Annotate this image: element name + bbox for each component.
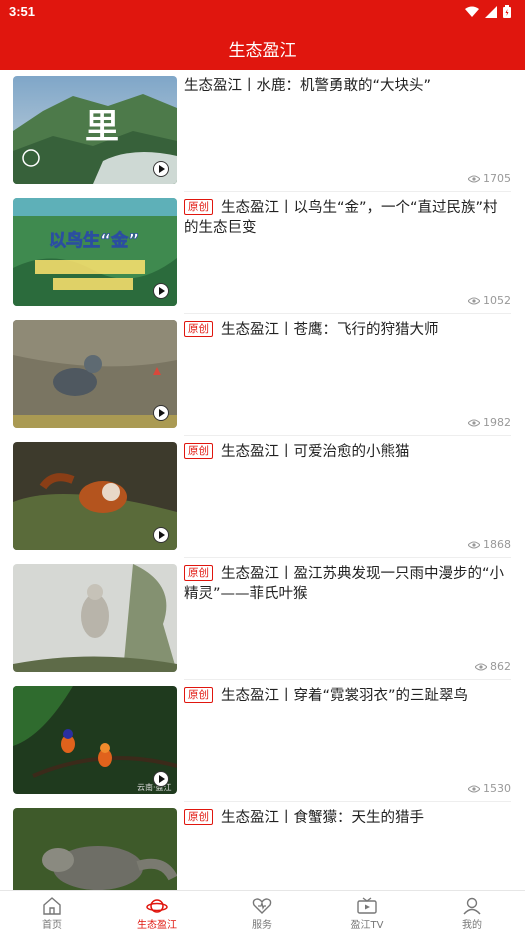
tab-service[interactable]: 服务 xyxy=(232,897,292,931)
article-title-text: 生态盈江丨可爱治愈的小熊猫 xyxy=(221,444,410,460)
service-icon xyxy=(252,898,272,914)
list-item[interactable]: 原创 生态盈江丨可爱治愈的小熊猫 1868 xyxy=(0,436,525,558)
view-count-value: 1705 xyxy=(483,172,511,185)
tab-label: 服务 xyxy=(252,920,272,931)
original-badge: 原创 xyxy=(184,199,213,215)
tab-label: 盈江TV xyxy=(350,920,384,931)
eye-icon xyxy=(468,541,480,548)
original-badge: 原创 xyxy=(184,565,213,581)
view-count: 1052 xyxy=(468,294,511,307)
play-icon xyxy=(153,161,169,177)
article-thumbnail[interactable]: 里 xyxy=(13,76,177,184)
view-count: 1868 xyxy=(468,538,511,551)
original-badge: 原创 xyxy=(184,443,213,459)
article-thumbnail[interactable]: 云南·盈江 xyxy=(13,686,177,794)
eye-icon xyxy=(468,297,480,304)
tab-label: 我的 xyxy=(462,920,482,931)
list-item[interactable]: 云南·盈江 原创 生态盈江丨穿着“霓裳羽衣”的三趾翠鸟 1530 xyxy=(0,680,525,802)
wifi-icon xyxy=(465,6,479,17)
article-title: 生态盈江丨水鹿：机警勇敢的“大块头” xyxy=(184,76,504,96)
tab-home[interactable]: 首页 xyxy=(22,897,82,931)
play-icon xyxy=(153,405,169,421)
article-thumbnail[interactable] xyxy=(13,320,177,428)
view-count: 1705 xyxy=(468,172,511,185)
article-title: 原创 生态盈江丨以鸟生“金”，一个“直过民族”村的生态巨变 xyxy=(184,198,504,238)
tv-icon xyxy=(357,897,377,914)
article-title: 原创 生态盈江丨可爱治愈的小熊猫 xyxy=(184,442,504,462)
view-count: 1530 xyxy=(468,782,511,795)
eye-icon xyxy=(475,663,487,670)
battery-icon xyxy=(503,5,511,18)
view-count-value: 1052 xyxy=(483,294,511,307)
article-title-text: 生态盈江丨水鹿：机警勇敢的“大块头” xyxy=(184,78,432,94)
article-list: 里 生态盈江丨水鹿：机警勇敢的“大块头” 1705 以鸟生“金” 原创 生态盈江… xyxy=(0,70,525,890)
original-badge: 原创 xyxy=(184,809,213,825)
page-title: 生态盈江 xyxy=(228,41,297,61)
article-title-text: 生态盈江丨以鸟生“金”，一个“直过民族”村的生态巨变 xyxy=(184,200,498,236)
tab-tv[interactable]: 盈江TV xyxy=(337,897,397,931)
article-thumbnail[interactable] xyxy=(13,442,177,550)
bottom-tab-bar: 首页 生态盈江 服务 盈江TV 我的 xyxy=(0,890,525,934)
play-icon xyxy=(153,283,169,299)
view-count-value: 1982 xyxy=(483,416,511,429)
article-title-text: 生态盈江丨穿着“霓裳羽衣”的三趾翠鸟 xyxy=(221,688,469,704)
article-title: 原创 生态盈江丨食蟹獴：天生的猎手 xyxy=(184,808,504,828)
play-icon xyxy=(153,527,169,543)
thumb-overlay-text: 以鸟生“金” xyxy=(49,230,139,251)
article-title-text: 生态盈江丨盈江苏典发现一只雨中漫步的“小精灵”——菲氏叶猴 xyxy=(184,566,505,602)
eye-icon xyxy=(468,785,480,792)
article-thumbnail[interactable] xyxy=(13,564,177,672)
eye-icon xyxy=(468,419,480,426)
view-count: 1982 xyxy=(468,416,511,429)
article-title: 原创 生态盈江丨苍鹰：飞行的狩猎大师 xyxy=(184,320,504,340)
planet-icon xyxy=(146,899,168,913)
article-title-text: 生态盈江丨食蟹獴：天生的猎手 xyxy=(221,810,424,826)
list-item[interactable]: 原创 生态盈江丨食蟹獴：天生的猎手 xyxy=(0,802,525,890)
eye-icon xyxy=(468,175,480,182)
list-item[interactable]: 以鸟生“金” 原创 生态盈江丨以鸟生“金”，一个“直过民族”村的生态巨变 1052 xyxy=(0,192,525,314)
home-icon xyxy=(43,897,61,915)
list-item[interactable]: 原创 生态盈江丨苍鹰：飞行的狩猎大师 1982 xyxy=(0,314,525,436)
list-item[interactable]: 里 生态盈江丨水鹿：机警勇敢的“大块头” 1705 xyxy=(0,70,525,192)
original-badge: 原创 xyxy=(184,321,213,337)
view-count-value: 1530 xyxy=(483,782,511,795)
tab-ecology[interactable]: 生态盈江 xyxy=(127,897,187,931)
tab-profile[interactable]: 我的 xyxy=(442,897,502,931)
article-thumbnail[interactable]: 以鸟生“金” xyxy=(13,198,177,306)
view-count-value: 862 xyxy=(490,660,511,673)
view-count: 862 xyxy=(475,660,511,673)
tab-label: 首页 xyxy=(42,920,62,931)
article-thumbnail[interactable] xyxy=(13,808,177,890)
original-badge: 原创 xyxy=(184,687,213,703)
status-time: 3:51 xyxy=(9,4,36,19)
article-title: 原创 生态盈江丨盈江苏典发现一只雨中漫步的“小精灵”——菲氏叶猴 xyxy=(184,564,504,604)
status-bar: 3:51 xyxy=(0,0,525,24)
status-icons xyxy=(465,5,511,18)
user-icon xyxy=(463,897,481,915)
list-item[interactable]: 原创 生态盈江丨盈江苏典发现一只雨中漫步的“小精灵”——菲氏叶猴 862 xyxy=(0,558,525,680)
thumb-overlay-text: 里 xyxy=(85,107,119,147)
tab-label: 生态盈江 xyxy=(137,920,177,931)
article-title: 原创 生态盈江丨穿着“霓裳羽衣”的三趾翠鸟 xyxy=(184,686,504,706)
view-count-value: 1868 xyxy=(483,538,511,551)
article-title-text: 生态盈江丨苍鹰：飞行的狩猎大师 xyxy=(221,322,439,338)
app-header: 生态盈江 xyxy=(0,24,525,70)
signal-icon xyxy=(485,5,497,18)
play-icon xyxy=(153,771,169,787)
